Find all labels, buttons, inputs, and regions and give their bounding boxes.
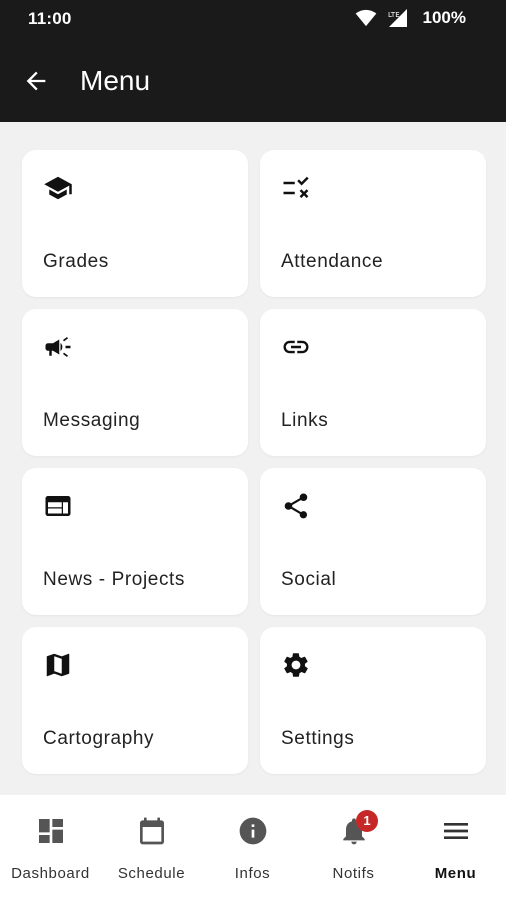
school-icon [43,173,73,203]
nav-label: Infos [234,865,271,882]
status-bar: 11:00 LTE 100% [0,0,506,40]
battery-level: 100% [422,8,466,27]
menu-card-messaging[interactable]: Messaging [22,309,248,456]
nav-item-menu[interactable]: Menu [405,795,506,900]
share-icon [281,491,311,521]
checklist-icon [281,173,311,203]
nav-label: Schedule [117,865,186,882]
menu-card-label: Attendance [281,251,384,272]
nav-item-infos[interactable]: Infos [202,795,303,900]
status-time: 11:00 [28,9,72,28]
gear-icon [281,650,311,680]
cell-signal-icon: LTE [385,8,409,28]
nav-label: Menu [434,865,477,882]
menu-card-grades[interactable]: Grades [22,150,248,297]
nav-label: Notifs [332,865,375,882]
megaphone-icon [43,332,73,362]
notification-badge: 1 [356,810,378,832]
menu-card-label: Cartography [43,728,155,749]
nav-item-schedule[interactable]: Schedule [101,795,202,900]
menu-card-label: Settings [281,728,355,749]
app-bar: Menu [0,40,506,122]
dashboard-icon [35,815,67,847]
status-icons: LTE 100% [355,8,466,28]
menu-card-attendance[interactable]: Attendance [260,150,486,297]
menu-card-links[interactable]: Links [260,309,486,456]
menu-card-cartography[interactable]: Cartography [22,627,248,774]
menu-card-social[interactable]: Social [260,468,486,615]
bottom-navigation: Dashboard Schedule Infos Notifs Menu [0,795,506,900]
menu-card-label: Grades [43,251,109,272]
nav-item-dashboard[interactable]: Dashboard [0,795,101,900]
menu-card-label: Social [281,569,337,590]
back-arrow-icon[interactable] [22,67,50,95]
wifi-icon [355,9,377,27]
menu-card-label: Messaging [43,410,141,431]
network-type-label: LTE [388,11,400,19]
menu-card-settings[interactable]: Settings [260,627,486,774]
info-icon [237,815,269,847]
map-icon [43,650,73,680]
menu-icon [440,815,472,847]
link-icon [281,332,311,362]
menu-card-label: Links [281,410,329,431]
page-title: Menu [80,65,151,96]
nav-item-notifs[interactable]: Notifs [303,795,404,900]
menu-card-news-projects[interactable]: News - Projects [22,468,248,615]
menu-card-label: News - Projects [43,569,186,590]
nav-label: Dashboard [11,865,90,882]
web-window-icon [43,491,73,521]
calendar-icon [136,815,168,847]
